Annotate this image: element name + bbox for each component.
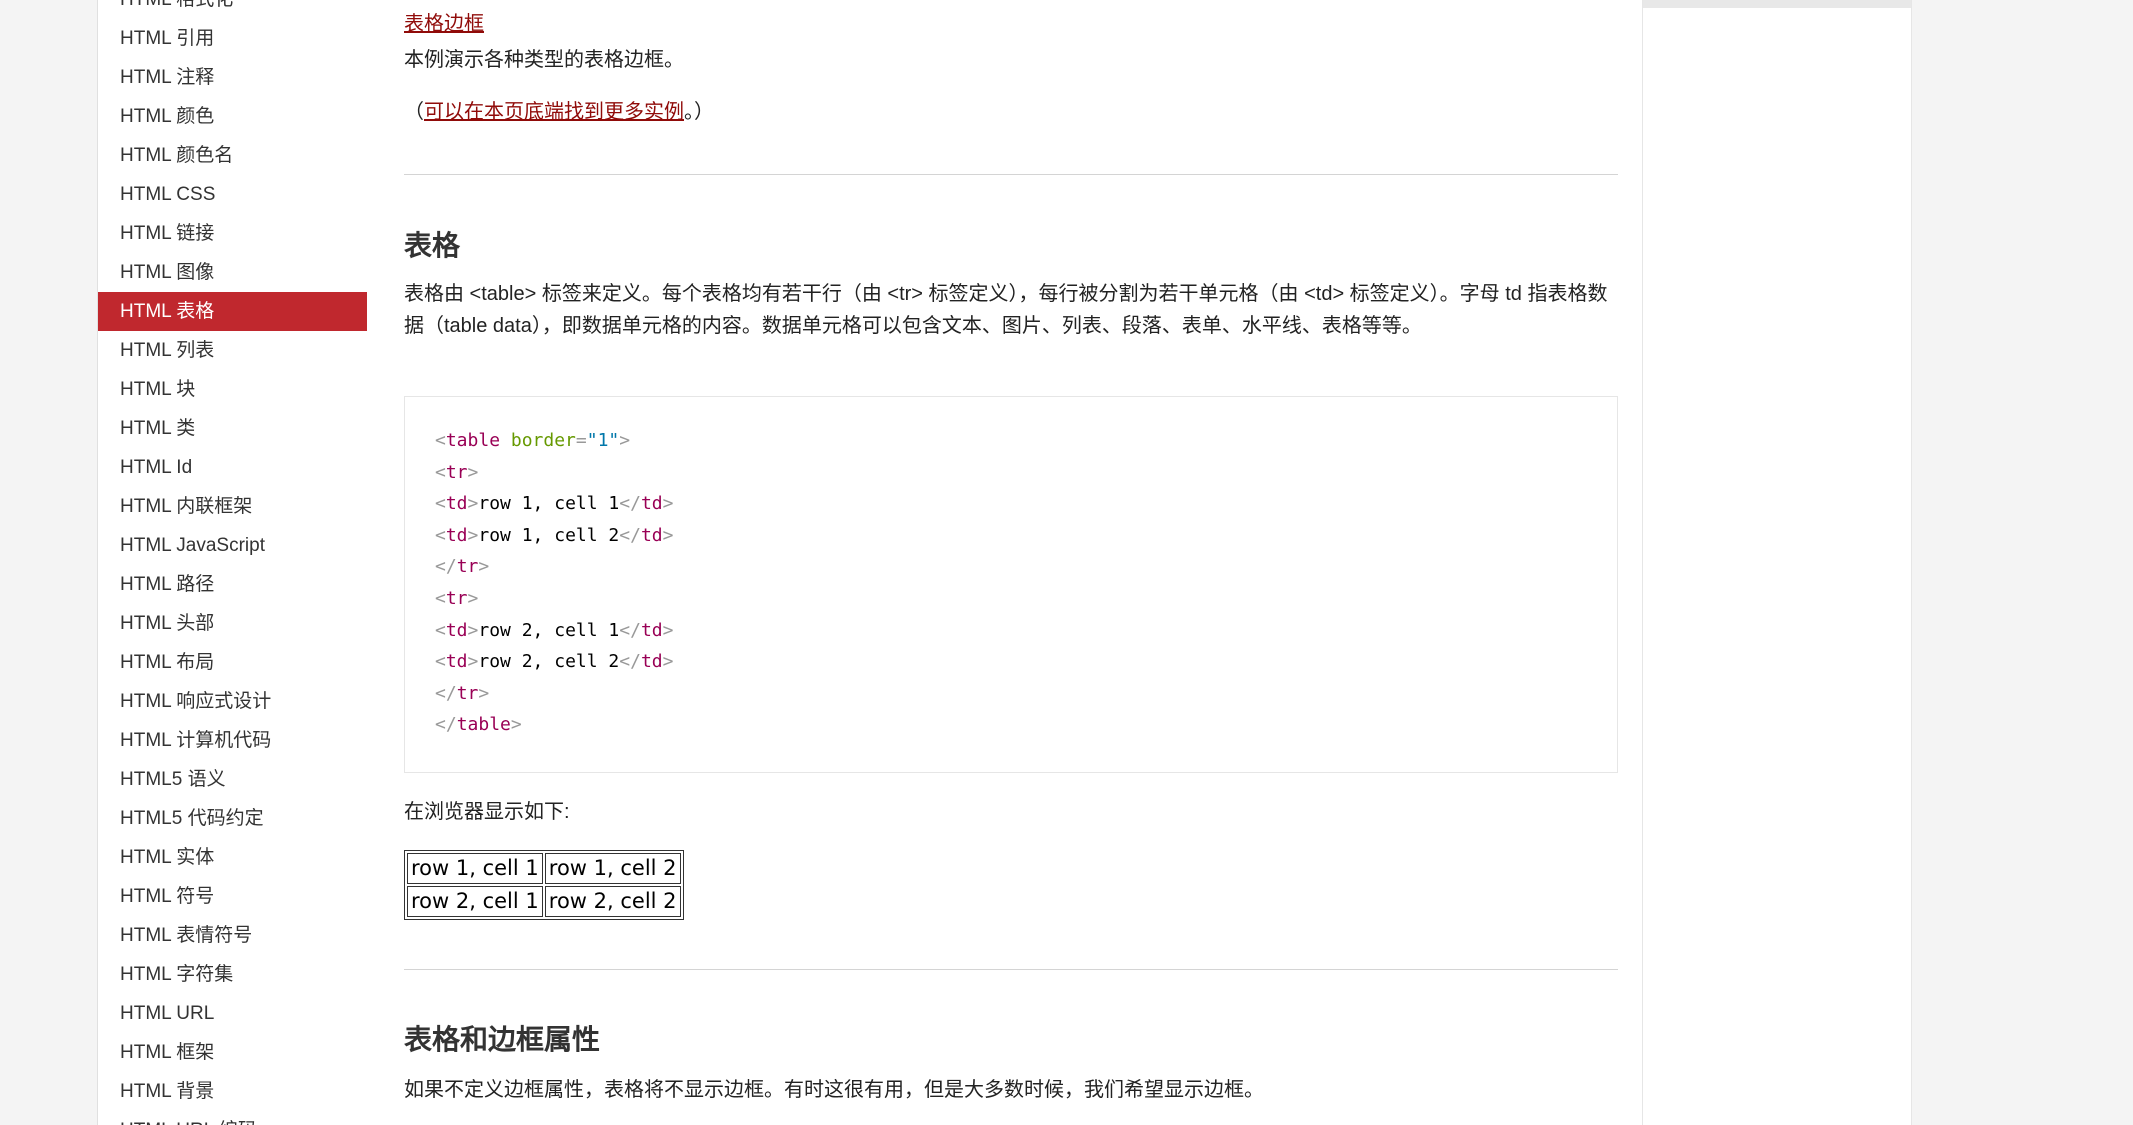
section-title-table: 表格: [404, 230, 461, 261]
section-title-table-border: 表格和边框属性: [404, 1024, 601, 1055]
sidebar-item[interactable]: HTML 列表: [98, 331, 367, 370]
sidebar-item[interactable]: HTML 表格: [98, 292, 367, 331]
sidebar-item[interactable]: HTML JavaScript: [98, 526, 367, 565]
more-prefix: （: [404, 101, 424, 123]
sidebar-item[interactable]: HTML 背景: [98, 1072, 367, 1111]
right-sidebar: [1642, 0, 1912, 1125]
sidebar-item[interactable]: HTML 头部: [98, 604, 367, 643]
sidebar-item[interactable]: HTML5 代码约定: [98, 799, 367, 838]
code-line: <tr>: [435, 587, 479, 609]
sidebar-item[interactable]: HTML CSS: [98, 175, 367, 214]
rendered-table-demo: row 1, cell 1 row 1, cell 2 row 2, cell 1r…: [404, 850, 684, 920]
divider: [404, 174, 1618, 175]
sidebar-item[interactable]: HTML URL: [98, 994, 367, 1033]
more-examples-link[interactable]: 可以在本页底端找到更多实例: [424, 101, 684, 123]
table-cell: row 2, cell 2: [544, 886, 681, 917]
sidebar-item[interactable]: HTML 布局: [98, 643, 367, 682]
example-link-table-border[interactable]: 表格边框: [404, 8, 484, 40]
table-cell: row 1, cell 2: [544, 853, 681, 884]
table-cell: row 2, cell 1: [407, 886, 543, 917]
sidebar-item[interactable]: HTML 响应式设计: [98, 682, 367, 721]
sidebar-item[interactable]: HTML 符号: [98, 877, 367, 916]
section-text-table-border: 如果不定义边框属性，表格将不显示边框。有时这很有用，但是大多数时候，我们希望显示…: [404, 1079, 1264, 1101]
sidebar-item[interactable]: HTML 引用: [98, 19, 367, 58]
sidebar-item[interactable]: HTML 字符集: [98, 955, 367, 994]
table-row: row 2, cell 1 row 2, cell 2: [407, 886, 681, 917]
code-line: <table border="1">: [435, 430, 631, 451]
sidebar-item[interactable]: HTML 框架: [98, 1033, 367, 1072]
code-example: <table border="1"> <tr> <td>row 1, cell …: [404, 396, 1618, 773]
code-line: <td>row 2, cell 2</td>: [435, 651, 674, 673]
browser-display-label: 在浏览器显示如下:: [404, 801, 570, 823]
sidebar-item[interactable]: HTML Id: [98, 448, 367, 487]
sidebar-item[interactable]: HTML 内联框架: [98, 487, 367, 526]
sidebar-nav-list: HTML 格式化HTML 引用HTML 注释HTML 颜色HTML 颜色名HTM…: [98, 0, 367, 1125]
sidebar-item[interactable]: HTML 计算机代码: [98, 721, 367, 760]
sidebar-item[interactable]: HTML 链接: [98, 214, 367, 253]
sidebar-item[interactable]: HTML 注释: [98, 58, 367, 97]
sidebar-item[interactable]: HTML 颜色名: [98, 136, 367, 175]
code-line: <tr>: [435, 461, 479, 483]
code-line: </table>: [435, 714, 522, 736]
more-examples-note: （可以在本页底端找到更多实例。）: [404, 96, 714, 128]
table-row: row 1, cell 1 row 1, cell 2: [407, 853, 681, 884]
sidebar-item[interactable]: HTML 格式化: [98, 0, 367, 19]
example-description: 本例演示各种类型的表格边框。: [404, 49, 684, 71]
divider: [404, 969, 1618, 970]
sidebar-item[interactable]: HTML 类: [98, 409, 367, 448]
sidebar-item[interactable]: HTML 块: [98, 370, 367, 409]
code-line: <td>row 2, cell 1</td>: [435, 619, 674, 641]
sidebar-item[interactable]: HTML 图像: [98, 253, 367, 292]
code-line: </tr>: [435, 556, 490, 578]
main-content: 表格边框 本例演示各种类型的表格边框。 （可以在本页底端找到更多实例。） 表格 …: [367, 0, 1642, 1125]
right-sidebar-header: [1643, 0, 1911, 8]
sidebar-item[interactable]: HTML 实体: [98, 838, 367, 877]
sidebar-item[interactable]: HTML 路径: [98, 565, 367, 604]
sidebar-item[interactable]: HTML5 语义: [98, 760, 367, 799]
sidebar: HTML 格式化HTML 引用HTML 注释HTML 颜色HTML 颜色名HTM…: [97, 0, 368, 1125]
sidebar-item[interactable]: HTML URL 编码: [98, 1111, 367, 1125]
more-suffix: 。）: [684, 101, 714, 123]
table-cell: row 1, cell 1: [407, 853, 543, 884]
section-text-table: 表格由 <table> 标签来定义。每个表格均有若干行（由 <tr> 标签定义）…: [404, 283, 1608, 337]
sidebar-item[interactable]: HTML 颜色: [98, 97, 367, 136]
code-line: <td>row 1, cell 2</td>: [435, 524, 674, 546]
sidebar-item[interactable]: HTML 表情符号: [98, 916, 367, 955]
code-line: <td>row 1, cell 1</td>: [435, 493, 674, 515]
code-line: </tr>: [435, 682, 490, 704]
